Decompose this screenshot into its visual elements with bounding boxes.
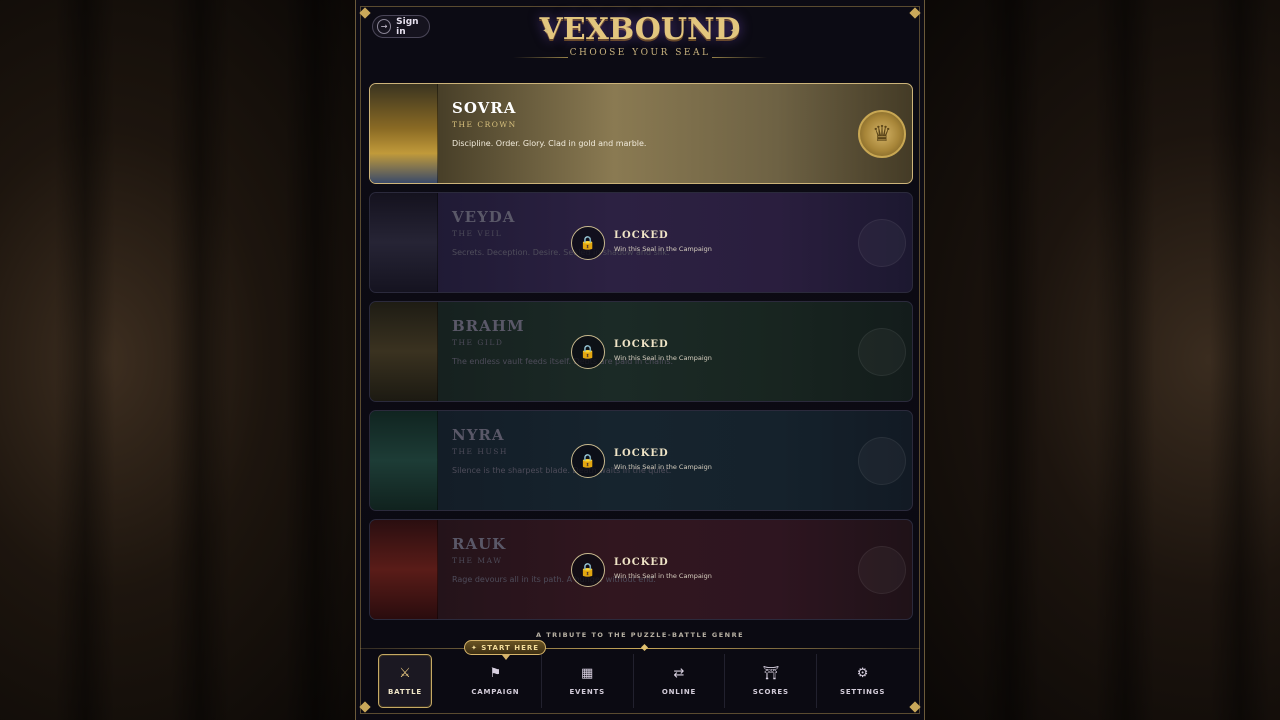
tribute-text: A TRIBUTE TO THE PUZZLE-BATTLE GENRE [535,631,745,639]
locked-label: LOCKED [614,230,669,241]
portrait-nyra [370,411,438,510]
locked-label: LOCKED [614,339,669,350]
seal-epithet: THE CROWN [452,120,517,129]
locked-hint: Win this Seal in the Campaign [614,245,712,253]
seal-name: VEYDA [452,208,516,226]
nav-label: SETTINGS [839,688,886,696]
frame-corner [909,701,921,713]
flag-icon: ⚑ [489,666,502,681]
nav-label: CAMPAIGN [471,688,520,696]
portrait-veyda [370,193,438,292]
swap-icon: ⇄ [673,666,685,681]
nav-events[interactable]: ▦ EVENTS [542,654,634,708]
nav-settings[interactable]: ⚙ SETTINGS [817,654,908,708]
nav-scores[interactable]: ⛩ SCORES [725,654,818,708]
seal-epithet: THE MAW [452,556,503,565]
nav-label: SCORES [752,688,789,696]
hush-seal-icon [858,437,906,485]
seal-name: SOVRA [452,99,517,117]
seal-epithet: THE GILD [452,338,504,347]
nav-campaign[interactable]: ⚑ CAMPAIGN [450,654,542,708]
maw-seal-icon [858,546,906,594]
background-right [925,0,1280,720]
seal-card-sovra[interactable]: SOVRA THE CROWN Discipline. Order. Glory… [369,83,913,184]
nav-label: EVENTS [569,688,605,696]
seal-card-nyra[interactable]: NYRA THE HUSH Silence is the sharpest bl… [369,410,913,511]
locked-label: LOCKED [614,557,669,568]
veil-seal-icon [858,219,906,267]
header: ✦ VEXBOUND ✦ CHOOSE YOUR SEAL [356,12,924,58]
seal-card-brahm[interactable]: BRAHM THE GILD The endless vault feeds i… [369,301,913,402]
sparkle-icon: ✦ [729,26,738,37]
game-title: VEXBOUND [539,12,741,47]
divider-diamond [640,643,649,652]
app-panel: → Sign in ✦ VEXBOUND ✦ CHOOSE YOUR SEAL … [355,0,925,720]
seal-description: Discipline. Order. Glory. Clad in gold a… [452,139,647,148]
seal-card-rauk[interactable]: RAUK THE MAW Rage devours all in its pat… [369,519,913,620]
gear-icon: ⚙ [856,666,869,681]
seal-epithet: THE HUSH [452,447,508,456]
portrait-sovra [370,84,438,183]
nav-divider [360,643,920,652]
page-subtitle: CHOOSE YOUR SEAL [569,48,711,58]
lock-icon: 🔒 [571,226,605,260]
seal-name: NYRA [452,426,505,444]
divider [513,57,568,58]
calendar-icon: ▦ [581,666,594,681]
lock-icon: 🔒 [571,444,605,478]
seal-epithet: THE VEIL [452,229,503,238]
seal-list: SOVRA THE CROWN Discipline. Order. Glory… [369,83,913,628]
background-left [0,0,355,720]
frame-corner [359,701,371,713]
sparkle-icon: ✦ [542,26,551,37]
locked-hint: Win this Seal in the Campaign [614,572,712,580]
start-here-badge[interactable]: ✦ START HERE [464,640,546,660]
nav-online[interactable]: ⇄ ONLINE [634,654,726,708]
sword-icon: ⚔ [399,666,411,681]
trophy-icon: ⛩ [762,666,780,681]
lock-icon: 🔒 [571,553,605,587]
gild-seal-icon [858,328,906,376]
lock-icon: 🔒 [571,335,605,369]
crown-seal-icon [858,110,906,158]
nav-label: BATTLE [388,688,422,696]
bottom-nav: ⚔ BATTLE ⚑ CAMPAIGN ▦ EVENTS ⇄ ONLINE ⛩ … [378,654,908,708]
seal-card-veyda[interactable]: VEYDA THE VEIL Secrets. Deception. Desir… [369,192,913,293]
locked-hint: Win this Seal in the Campaign [614,463,712,471]
nav-battle[interactable]: ⚔ BATTLE [378,654,432,708]
portrait-brahm [370,302,438,401]
seal-name: BRAHM [452,317,525,335]
locked-hint: Win this Seal in the Campaign [614,354,712,362]
seal-name: RAUK [452,535,507,553]
locked-label: LOCKED [614,448,669,459]
portrait-rauk [370,520,438,619]
nav-label: ONLINE [661,688,697,696]
divider [712,57,767,58]
